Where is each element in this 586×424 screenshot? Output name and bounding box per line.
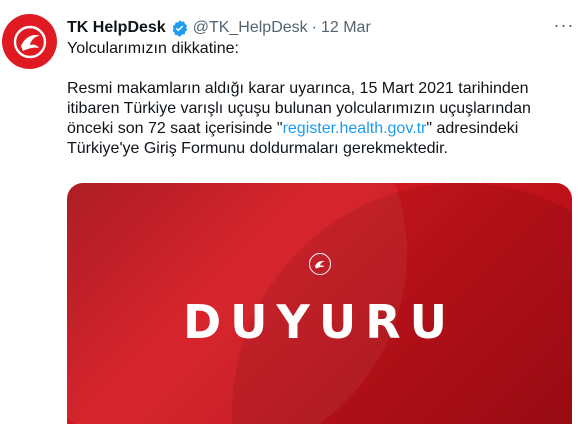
tweet-media-image[interactable]: DUYURU	[67, 183, 572, 424]
tweet-date[interactable]: 12 Mar	[321, 19, 371, 37]
display-name[interactable]: TK HelpDesk	[67, 19, 166, 37]
tweet-greeting: Yolcularımızın dikkatine:	[67, 40, 239, 57]
register-health-link[interactable]: register.health.gov.tr	[283, 120, 427, 137]
user-handle[interactable]: @TK_HelpDesk	[193, 19, 308, 37]
avatar[interactable]	[2, 14, 57, 69]
tweet-header: TK HelpDesk @TK_HelpDesk · 12 Mar	[67, 17, 566, 39]
turkish-airlines-logo-icon	[13, 25, 46, 58]
media-title: DUYURU	[183, 295, 456, 349]
turkish-airlines-logo-icon	[308, 253, 331, 275]
separator-dot: ·	[311, 19, 317, 36]
tweet-text: Yolcularımızın dikkatine: Resmi makamlar…	[67, 39, 572, 159]
tweet[interactable]: TK HelpDesk @TK_HelpDesk · 12 Mar ··· Yo…	[0, 0, 586, 424]
more-options-icon[interactable]: ···	[552, 13, 576, 37]
verified-badge-icon	[170, 19, 189, 38]
tweet-paragraph: Resmi makamların aldığı karar uyarınca, …	[67, 79, 572, 159]
